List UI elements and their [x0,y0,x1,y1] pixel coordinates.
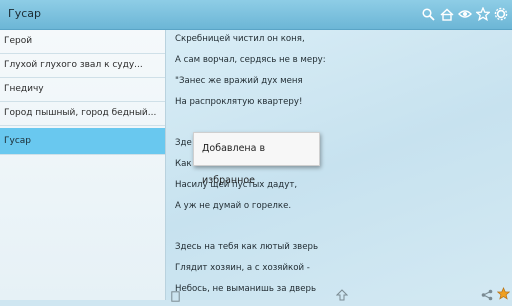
poem-list: Герой Глухой глухого звал к суду... Гнед… [0,30,166,300]
list-item[interactable]: Герой [0,30,165,54]
search-icon[interactable] [421,6,436,22]
star-icon[interactable] [475,6,490,22]
action-bar-icons [421,6,508,22]
up-arrow-icon[interactable] [335,286,349,305]
poem-line: Скребницей чистил он коня, [175,34,305,44]
list-item[interactable]: Гнедичу [0,78,165,102]
poem-line: На распроклятую квартеру! [175,97,303,107]
poem-line: "Занес же вражий дух меня [175,76,303,86]
poem-line: А уж не думай о горелке. [175,201,292,211]
page-icon[interactable] [171,287,180,306]
home-icon[interactable] [439,6,454,22]
app-title: Гусар [8,7,41,20]
poem-line: А сам ворчал, сердясь не в меру: [175,55,326,65]
list-item[interactable]: Глухой глухого звал к суду... [0,54,165,78]
gear-icon[interactable] [493,6,508,22]
poem-line: Здесь на тебя как лютый зверь [175,242,319,252]
list-item-selected[interactable]: Гусар [0,128,165,155]
share-icon[interactable] [481,286,493,305]
eye-icon[interactable] [457,6,472,22]
list-item[interactable]: Город пышный, город бедный... [0,102,165,126]
favorite-toast: Добавлена в избранное [193,132,320,186]
poem-line: Небось, не выманишь за дверь [175,284,317,294]
poem-line: Зде [175,138,192,148]
favorite-star-icon[interactable] [496,285,511,304]
poem-line: Глядит хозяин, а с хозяйкой - [175,263,310,273]
action-bar: Гусар [0,0,512,30]
poem-line: Как [175,159,192,169]
